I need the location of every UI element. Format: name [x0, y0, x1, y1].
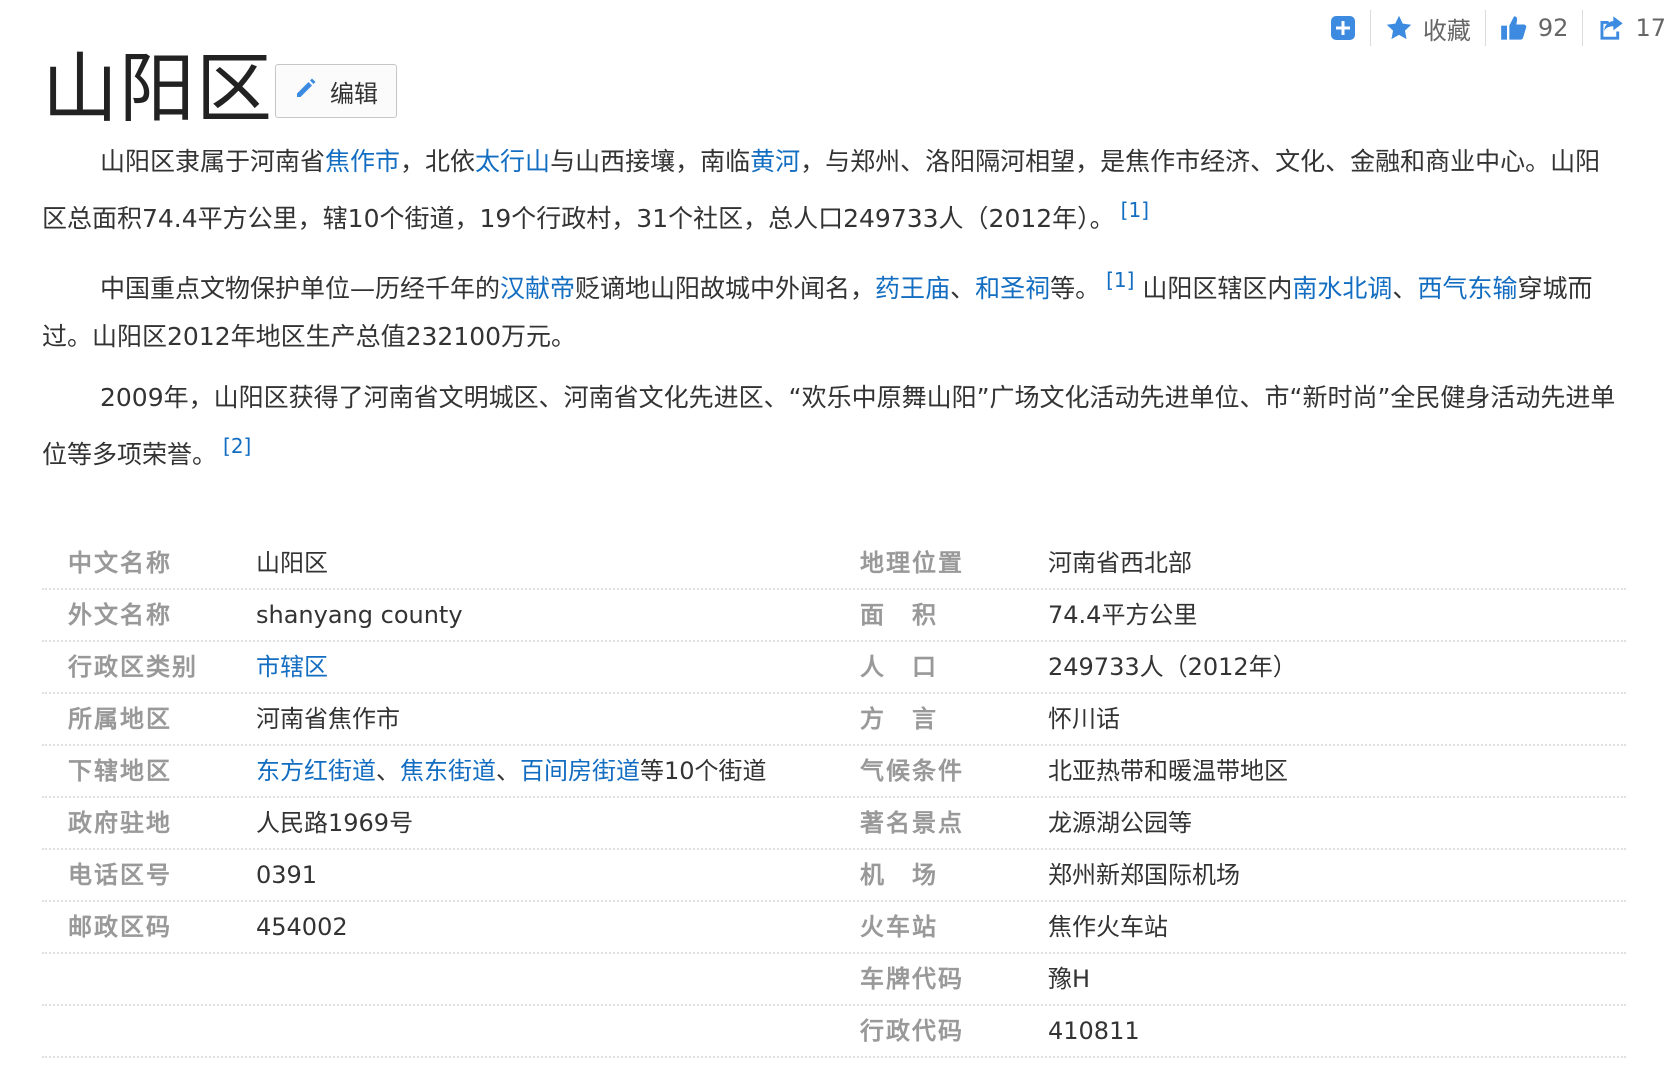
reference-1[interactable]: [1]: [1106, 268, 1134, 292]
link-han-xiandi[interactable]: 汉献帝: [500, 274, 575, 303]
info-value: 东方红街道、焦东街道、百间房街道等10个街道: [256, 746, 767, 796]
info-label: 下辖地区: [68, 757, 172, 785]
info-row: 所属地区 河南省焦作市 方 言 怀川话: [42, 694, 1626, 746]
link-yaowang-temple[interactable]: 药王庙: [875, 274, 950, 303]
info-row: 行政区类别 市辖区 人 口 249733人（2012年）: [42, 642, 1626, 694]
info-row: 邮政区码 454002 火车站 焦作火车站: [42, 902, 1626, 954]
divider: [1582, 10, 1584, 46]
page-title: 山阳区: [42, 44, 273, 133]
info-value: 河南省焦作市: [256, 705, 400, 733]
like-count: 92: [1537, 14, 1569, 42]
text: 中国重点文物保护单位—历经千年的: [100, 274, 501, 303]
plus-square-icon: [1330, 15, 1356, 41]
text: 2009年，山阳区获得了河南省文明城区、河南省文化先进区、“欢乐中原舞山阳”广场…: [42, 383, 1616, 469]
reference-1[interactable]: [1]: [1121, 198, 1149, 222]
basic-info-table: 中文名称 山阳区 地理位置 河南省西北部 外文名称 shanyang count…: [42, 538, 1626, 1058]
info-value: 0391: [256, 861, 318, 889]
link-jiaodong-street[interactable]: 焦东街道: [400, 757, 496, 785]
info-value: 焦作火车站: [1048, 913, 1168, 941]
star-icon: [1385, 14, 1413, 42]
pencil-icon: [294, 76, 330, 106]
info-label: 方 言: [860, 705, 938, 733]
info-value: 410811: [1048, 1017, 1140, 1045]
info-label: 火车站: [860, 913, 938, 941]
intro-paragraph-1: 山阳区隶属于河南省焦作市，北依太行山与山西接壤，南临黄河，与郑州、洛阳隔河相望，…: [42, 138, 1617, 243]
info-value: 北亚热带和暖温带地区: [1048, 757, 1288, 785]
info-label: 外文名称: [68, 601, 172, 629]
info-label: 面 积: [860, 601, 938, 629]
info-value: 河南省西北部: [1048, 549, 1192, 577]
info-label: 所属地区: [68, 705, 172, 733]
info-label: 政府驻地: [68, 809, 172, 837]
info-row: 行政代码 410811: [42, 1006, 1626, 1058]
info-value: 454002: [256, 913, 348, 941]
collect-button[interactable]: 收藏: [1385, 10, 1471, 46]
link-south-north-water[interactable]: 南水北调: [1292, 274, 1392, 303]
divider: [1484, 10, 1486, 46]
info-value: 豫H: [1048, 965, 1091, 993]
intro-paragraph-3: 2009年，山阳区获得了河南省文明城区、河南省文化先进区、“欢乐中原舞山阳”广场…: [42, 374, 1617, 479]
collect-label: 收藏: [1422, 16, 1471, 45]
link-district-type[interactable]: 市辖区: [256, 642, 328, 692]
info-row: 政府驻地 人民路1969号 著名景点 龙源湖公园等: [42, 798, 1626, 850]
edit-button[interactable]: 编辑: [275, 64, 397, 118]
info-label: 行政代码: [860, 1017, 964, 1045]
separator: 、: [496, 757, 520, 785]
info-row: 下辖地区 东方红街道、焦东街道、百间房街道等10个街道 气候条件 北亚热带和暖温…: [42, 746, 1626, 798]
link-taihang-mountain[interactable]: 太行山: [475, 147, 550, 176]
text: 、: [1392, 274, 1418, 303]
info-value: 山阳区: [256, 549, 328, 577]
share-icon: [1597, 14, 1625, 42]
info-value: 怀川话: [1048, 705, 1120, 733]
info-label: 人 口: [860, 653, 938, 681]
thumbs-up-icon: [1500, 14, 1528, 42]
edit-label: 编辑: [330, 79, 378, 108]
info-label: 气候条件: [860, 757, 964, 785]
info-row: 电话区号 0391 机 场 郑州新郑国际机场: [42, 850, 1626, 902]
info-label: 地理位置: [860, 549, 964, 577]
link-baijianfang-street[interactable]: 百间房街道: [520, 757, 640, 785]
like-button[interactable]: 92: [1500, 10, 1569, 46]
text: 山阳区隶属于河南省: [100, 147, 326, 176]
text: ，北依: [400, 147, 476, 176]
info-value: 249733人（2012年）: [1048, 653, 1297, 681]
action-bar: 收藏 92 17: [1330, 10, 1666, 46]
info-value: 龙源湖公园等: [1048, 809, 1192, 837]
info-row: 外文名称 shanyang county 面 积 74.4平方公里: [42, 590, 1626, 642]
info-label: 电话区号: [68, 861, 172, 889]
link-jiaozuo[interactable]: 焦作市: [325, 147, 400, 176]
share-button[interactable]: 17: [1597, 10, 1666, 46]
info-label: 车牌代码: [860, 965, 964, 993]
info-value: 人民路1969号: [256, 809, 414, 837]
info-value: 郑州新郑国际机场: [1048, 861, 1240, 889]
info-row: 车牌代码 豫H: [42, 954, 1626, 1006]
info-label: 邮政区码: [68, 913, 172, 941]
info-label: 著名景点: [860, 809, 964, 837]
info-value: shanyang county: [256, 601, 463, 629]
text: 与山西接壤，南临: [550, 147, 751, 176]
text: 等。: [1050, 274, 1101, 303]
separator: 、: [376, 757, 400, 785]
link-dongfanghong-street[interactable]: 东方红街道: [256, 757, 376, 785]
text: 、: [950, 274, 976, 303]
divider: [1369, 10, 1371, 46]
text: 等10个街道: [640, 757, 767, 785]
add-button[interactable]: [1330, 10, 1356, 46]
text: 山阳区辖区内: [1134, 274, 1293, 303]
link-yellow-river[interactable]: 黄河: [750, 147, 800, 176]
info-label: 中文名称: [68, 549, 172, 577]
reference-2[interactable]: [2]: [223, 434, 251, 458]
intro-paragraph-2: 中国重点文物保护单位—历经千年的汉献帝贬谪地山阳故城中外闻名，药王庙、和圣祠等。…: [42, 256, 1617, 361]
info-label: 机 场: [860, 861, 938, 889]
text: 贬谪地山阳故城中外闻名，: [575, 274, 876, 303]
link-hesheng-temple[interactable]: 和圣祠: [975, 274, 1050, 303]
info-row: 中文名称 山阳区 地理位置 河南省西北部: [42, 538, 1626, 590]
link-west-east-gas[interactable]: 西气东输: [1417, 274, 1517, 303]
info-label: 行政区类别: [68, 653, 198, 681]
info-value: 74.4平方公里: [1048, 601, 1198, 629]
share-count: 17: [1635, 14, 1666, 42]
